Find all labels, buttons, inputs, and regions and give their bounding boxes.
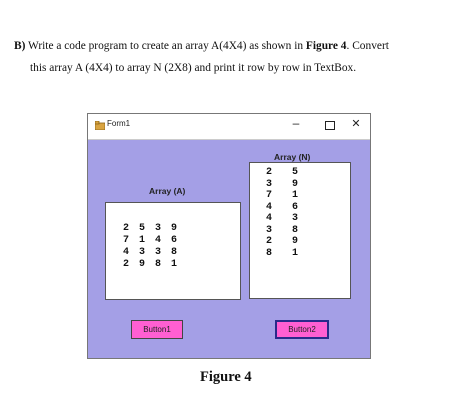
array-a-row-cell: 1 [171, 259, 178, 270]
array-a-row: 2539 [123, 223, 187, 235]
array-a-row: 2981 [123, 259, 187, 271]
form-window: Form1 – ✕ Array (N) Array (A) 2539714643… [87, 113, 371, 359]
array-n-row-cell: 4 [266, 201, 273, 213]
array-n-row: 38 [266, 225, 318, 237]
maximize-button[interactable] [320, 118, 340, 133]
array-n-row-cell: 3 [292, 213, 299, 224]
array-a-row-cell: 4 [123, 247, 130, 258]
array-a-row-cell: 3 [155, 247, 162, 258]
array-n-row-cell: 6 [292, 201, 299, 213]
array-n-row: 43 [266, 213, 318, 225]
array-a-row-cell: 5 [139, 223, 146, 234]
array-a-grid: 2539714643382981 [123, 223, 187, 271]
array-n-row-cell: 7 [266, 190, 273, 201]
array-a-row-cell: 3 [155, 223, 162, 234]
array-a-row-cell: 7 [123, 235, 130, 246]
array-n-row-cell: 9 [292, 178, 299, 190]
array-a-row: 4338 [123, 247, 187, 259]
array-a-row-cell: 3 [139, 247, 146, 258]
question-prefix: B) [14, 40, 26, 52]
array-n-row-cell: 2 [266, 167, 273, 178]
figure-reference: Figure 4 [305, 40, 347, 52]
minimize-button[interactable]: – [286, 116, 306, 130]
array-n-grid: 2539714643382981 [266, 167, 318, 259]
array-a-row-cell: 4 [155, 235, 162, 246]
textbox-array-a[interactable]: 2539714643382981 [105, 202, 241, 300]
array-n-row-cell: 3 [266, 178, 273, 190]
figure-caption: Figure 4 [200, 369, 252, 385]
array-a-row-cell: 9 [139, 259, 146, 270]
textbox-array-n[interactable]: 2539714643382981 [249, 162, 351, 299]
array-n-row-cell: 8 [266, 247, 273, 259]
array-n-row-cell: 8 [292, 224, 299, 236]
array-n-row-cell: 9 [292, 236, 299, 247]
close-button[interactable]: ✕ [346, 117, 366, 130]
array-n-row: 81 [266, 248, 318, 260]
array-a-row: 7146 [123, 235, 187, 247]
button2[interactable]: Button2 [275, 320, 329, 339]
array-n-row: 46 [266, 202, 318, 214]
question-line-1: B) Write a code program to create an arr… [14, 40, 389, 52]
array-a-row-cell: 6 [171, 235, 178, 246]
question-text-end: . Convert [346, 40, 389, 52]
array-a-row-cell: 2 [123, 223, 130, 234]
array-n-row-cell: 5 [292, 167, 299, 178]
array-a-row-cell: 1 [139, 235, 146, 246]
array-n-row-cell: 3 [266, 224, 273, 236]
array-n-row-cell: 1 [292, 190, 299, 201]
array-a-row-cell: 9 [171, 223, 178, 234]
array-n-row: 39 [266, 179, 318, 191]
array-n-row: 71 [266, 190, 318, 202]
button1[interactable]: Button1 [131, 320, 183, 339]
array-n-row-cell: 4 [266, 213, 273, 224]
maximize-icon [325, 121, 335, 130]
label-array-n: Array (N) [274, 152, 311, 162]
array-n-row: 29 [266, 236, 318, 248]
array-n-row-cell: 2 [266, 236, 273, 247]
label-array-a: Array (A) [149, 186, 186, 196]
form-icon [95, 121, 105, 130]
title-bar: Form1 – ✕ [88, 114, 370, 140]
question-text: Write a code program to create an array … [25, 40, 306, 52]
window-title: Form1 [107, 119, 131, 128]
array-n-row-cell: 1 [292, 247, 299, 259]
array-a-row-cell: 8 [155, 259, 162, 270]
array-a-row-cell: 8 [171, 247, 178, 258]
array-n-row: 25 [266, 167, 318, 179]
array-a-row-cell: 2 [123, 259, 130, 270]
question-line-2: this array A (4X4) to array N (2X8) and … [30, 62, 357, 74]
